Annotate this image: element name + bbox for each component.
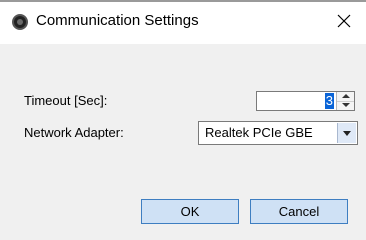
arrow-down-icon[interactable] bbox=[337, 101, 354, 110]
timeout-spinbox[interactable]: 3 bbox=[256, 91, 355, 111]
network-adapter-select[interactable]: Realtek PCIe GBE bbox=[198, 121, 358, 145]
window-title: Communication Settings bbox=[36, 12, 199, 29]
app-icon bbox=[12, 14, 28, 30]
close-button[interactable] bbox=[330, 8, 358, 34]
title-bar-edge bbox=[0, 0, 366, 2]
title-bar: Communication Settings bbox=[0, 0, 366, 44]
chevron-down-icon[interactable] bbox=[337, 123, 356, 143]
dialog-window: Communication Settings Timeout [Sec]: 3 … bbox=[0, 0, 366, 240]
ok-button[interactable]: OK bbox=[141, 199, 239, 224]
timeout-value[interactable]: 3 bbox=[324, 93, 334, 109]
close-icon bbox=[337, 14, 351, 28]
cancel-button[interactable]: Cancel bbox=[250, 199, 348, 224]
timeout-label: Timeout [Sec]: bbox=[24, 93, 108, 108]
spin-buttons bbox=[336, 92, 354, 110]
network-adapter-value: Realtek PCIe GBE bbox=[205, 125, 313, 140]
network-adapter-label: Network Adapter: bbox=[24, 125, 124, 140]
